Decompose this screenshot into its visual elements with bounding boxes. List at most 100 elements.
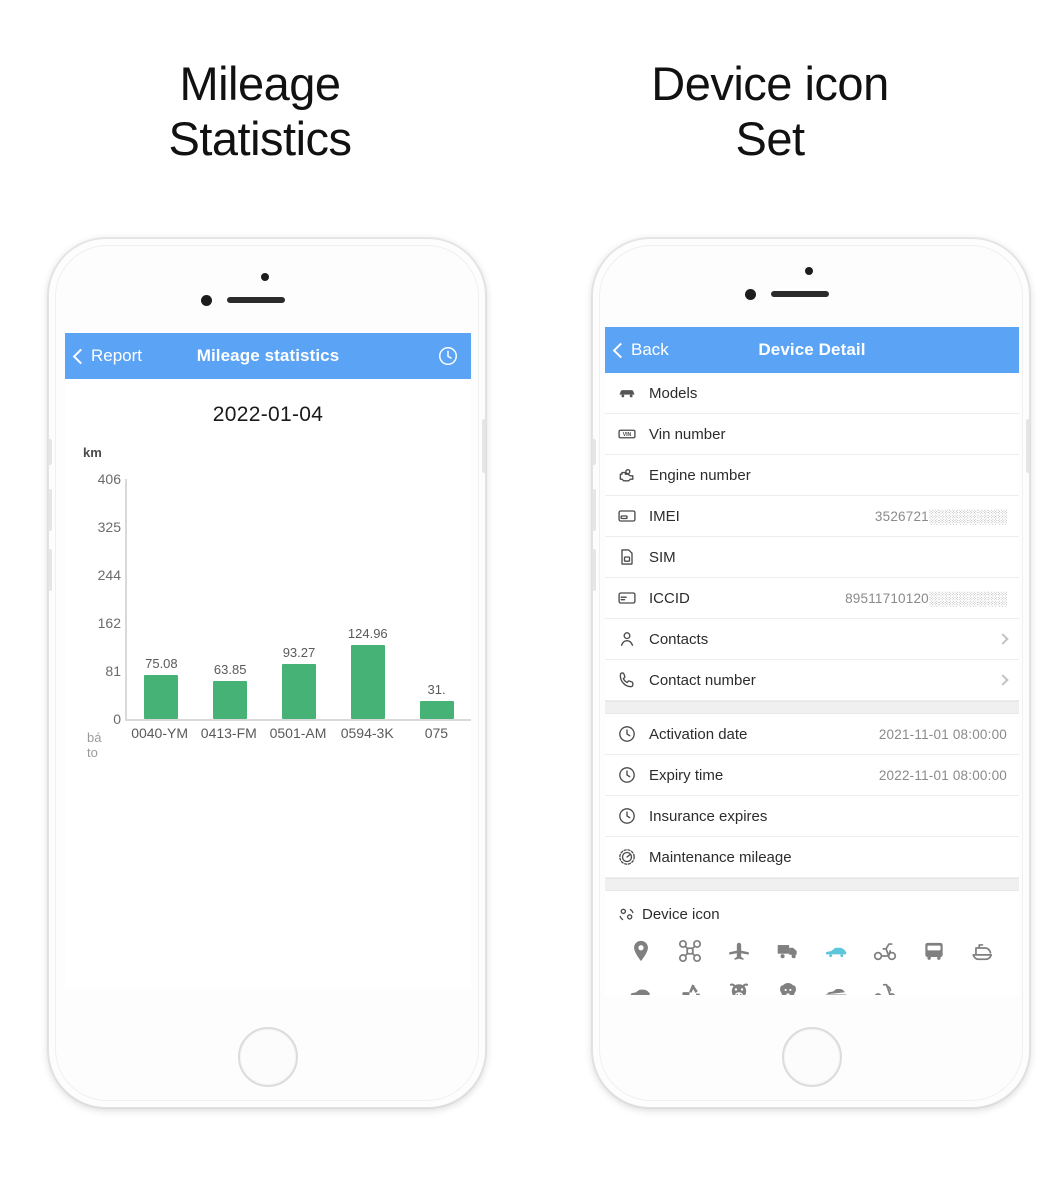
chevron-right-icon	[997, 633, 1009, 645]
moped-icon[interactable]	[861, 931, 910, 971]
clock-icon	[617, 765, 643, 785]
detail-row[interactable]: Contacts	[605, 619, 1019, 660]
volume-down-button	[593, 549, 596, 591]
y-axis-tick: 325	[97, 518, 121, 535]
detail-row[interactable]: Contact number	[605, 660, 1019, 701]
detail-row-label: SIM	[649, 548, 676, 566]
truck-icon[interactable]	[763, 931, 812, 971]
detail-row-label: IMEI	[649, 507, 680, 525]
detail-row[interactable]: Engine number	[605, 455, 1019, 496]
clock-icon	[617, 806, 643, 826]
caption-line: Device icon	[651, 57, 889, 110]
detail-section-dates: Activation date 2021-11-01 08:00:00 Expiry…	[605, 714, 1019, 878]
earpiece-speaker	[227, 297, 285, 303]
detail-row[interactable]: IMEI 3526721░░░░░░░░	[605, 496, 1019, 537]
car-sport-icon[interactable]	[812, 931, 861, 971]
bar-value-label: 124.96	[347, 626, 388, 642]
clock-icon	[617, 724, 643, 744]
bar-column[interactable]: 63.85	[196, 479, 265, 719]
bar-series: 75.08 63.85 93.27 124.96 31.	[127, 479, 471, 719]
device-icon-label: Device icon	[642, 905, 720, 923]
detail-row[interactable]: Maintenance mileage	[605, 837, 1019, 878]
bar[interactable]	[350, 645, 385, 719]
mute-switch	[593, 439, 596, 465]
x-axis-tick-label: 0501-AM	[269, 725, 327, 741]
sim-icon	[617, 547, 643, 567]
detail-row[interactable]: Insurance expires	[605, 796, 1019, 837]
pickup-icon[interactable]	[812, 971, 861, 995]
home-button[interactable]	[782, 1027, 842, 1087]
detail-row-label: Activation date	[649, 725, 748, 743]
device-icon-section: Device icon	[605, 891, 1019, 995]
bar[interactable]	[213, 681, 248, 719]
kick-scooter-icon[interactable]	[861, 971, 910, 995]
caption-line: Mileage	[179, 57, 341, 110]
detail-row-value: 89511710120░░░░░░░░	[845, 590, 1007, 606]
x-axis-tick-label: 0413-FM	[200, 725, 257, 741]
caption-line: Set	[735, 112, 805, 166]
detail-row[interactable]: Activation date 2021-11-01 08:00:00	[605, 714, 1019, 755]
drone-icon[interactable]	[666, 931, 715, 971]
chevron-right-icon	[997, 674, 1009, 686]
detail-row-label: Contacts	[649, 630, 709, 648]
detail-row-value: 3526721░░░░░░░░	[874, 508, 1007, 524]
excavator-icon[interactable]	[666, 971, 715, 995]
front-camera-icon	[745, 289, 756, 300]
bar[interactable]	[419, 700, 454, 719]
front-camera-icon	[201, 295, 212, 306]
bar-column[interactable]: 31.	[402, 479, 471, 719]
detail-row-label: Maintenance mileage	[649, 848, 792, 866]
poster-root: Mileage Statistics Device icon Set Repor…	[0, 0, 1060, 1201]
x-axis-labels: 0040-YM 0413-FM 0501-AM 0594-3K 075	[125, 725, 471, 749]
bar-column[interactable]: 75.08	[127, 479, 196, 719]
vin-badge-icon: VIN	[617, 424, 643, 444]
power-button	[482, 419, 485, 473]
back-button-report[interactable]: Report	[72, 333, 143, 379]
bus-icon[interactable]	[910, 931, 959, 971]
car-side-icon[interactable]	[617, 971, 666, 995]
detail-row-label: Engine number	[649, 466, 751, 484]
detail-row-label: Insurance expires	[649, 807, 768, 825]
home-button[interactable]	[238, 1027, 298, 1087]
caption-line: Statistics	[168, 112, 352, 166]
dog-icon[interactable]	[763, 971, 812, 995]
boat-icon[interactable]	[958, 931, 1007, 971]
clock-icon[interactable]	[437, 345, 459, 367]
detail-row-label: Models	[649, 384, 698, 402]
detail-row-label: Contact number	[649, 671, 756, 689]
chart-plot-area: 0 81 162 244 325 406 75.08 63.85 93.27 124.96 31.	[98, 471, 471, 727]
detail-row[interactable]: SIM	[605, 537, 1019, 578]
device-icon-grid	[617, 931, 1007, 995]
svg-text:VIN: VIN	[623, 432, 632, 438]
volume-up-button	[49, 489, 52, 531]
y-axis-tick: 406	[97, 471, 121, 487]
mileage-bar-chart: km 0 81 162 244 325 406 75.08 63.85 93.27 124.96…	[65, 441, 471, 771]
bar-value-label: 63.85	[213, 662, 247, 678]
earpiece-speaker	[771, 291, 829, 297]
airplane-icon[interactable]	[715, 931, 764, 971]
screen-device-detail: Back Device Detail Models VIN Vin number En…	[605, 327, 1019, 995]
cow-icon[interactable]	[715, 971, 764, 995]
engine-icon	[617, 465, 643, 485]
section-divider	[605, 701, 1019, 714]
detail-row[interactable]: Models	[605, 373, 1019, 414]
gauge-icon	[617, 847, 643, 867]
detail-row[interactable]: ICCID 89511710120░░░░░░░░	[605, 578, 1019, 619]
detail-row[interactable]: VIN Vin number	[605, 414, 1019, 455]
detail-row[interactable]: Expiry time 2022-11-01 08:00:00	[605, 755, 1019, 796]
bar[interactable]	[144, 674, 179, 719]
x-axis-tick-label: 0594-3K	[340, 725, 394, 741]
front-sensor-icon	[261, 273, 269, 281]
bar-value-label: 75.08	[145, 655, 178, 671]
bar[interactable]	[281, 663, 316, 719]
x-axis-tick-label: 075	[424, 725, 449, 741]
detail-row-value: 2021-11-01 08:00:00	[878, 726, 1007, 742]
back-label: Report	[91, 346, 143, 365]
bar-column[interactable]: 93.27	[265, 479, 334, 719]
front-sensor-icon	[805, 267, 813, 275]
detail-row-label: Vin number	[649, 425, 726, 443]
back-button[interactable]: Back	[612, 327, 669, 373]
bar-column[interactable]: 124.96	[333, 479, 402, 719]
section-divider	[605, 878, 1019, 891]
location-pin-icon[interactable]	[617, 931, 666, 971]
